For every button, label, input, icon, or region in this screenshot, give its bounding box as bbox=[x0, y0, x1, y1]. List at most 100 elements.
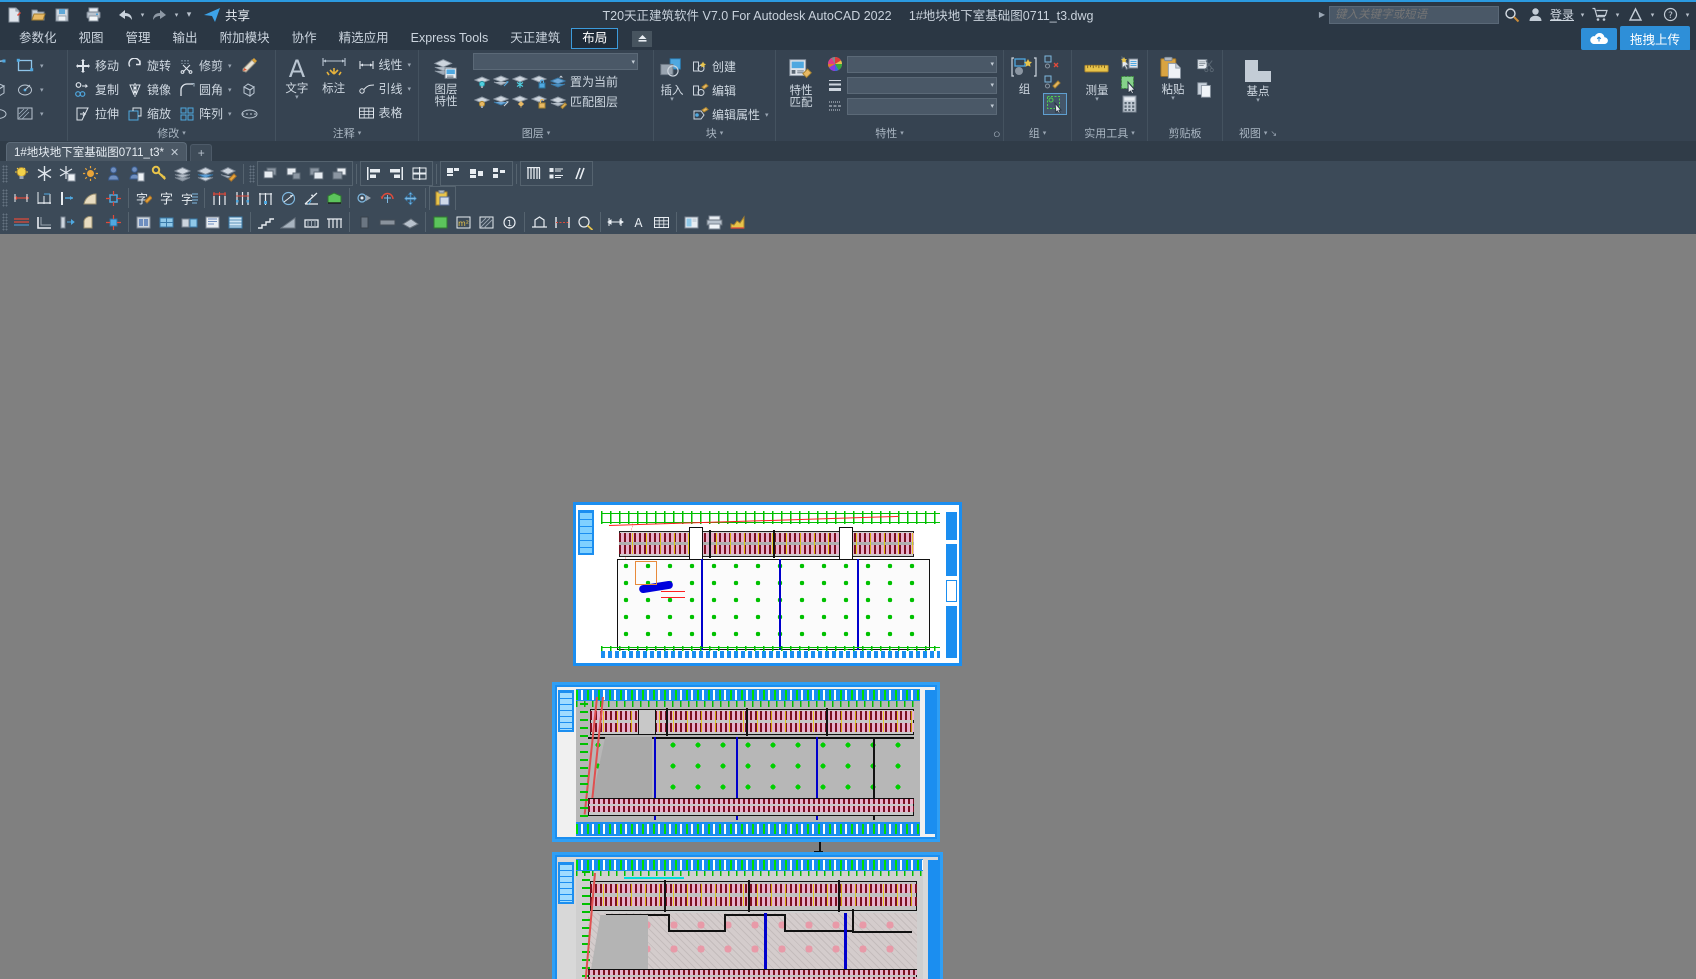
measure-button[interactable]: 测量 ▾ bbox=[1076, 54, 1118, 103]
beam-icon[interactable] bbox=[376, 211, 399, 234]
search-input[interactable] bbox=[1328, 5, 1499, 24]
text-button[interactable]: A 文字 ▾ bbox=[280, 52, 314, 101]
arc-icon[interactable] bbox=[0, 54, 11, 77]
key-icon[interactable] bbox=[148, 162, 171, 185]
align-middle-icon[interactable] bbox=[465, 162, 488, 185]
copy-button[interactable]: 复制 bbox=[72, 78, 122, 101]
match-properties-button[interactable]: 特性 匹配 bbox=[780, 54, 822, 109]
file-layout-icon[interactable] bbox=[680, 211, 703, 234]
ellipse-draw-icon[interactable] bbox=[0, 102, 11, 125]
search-expand-icon[interactable]: ▶ bbox=[1319, 10, 1325, 19]
room-icon[interactable] bbox=[429, 211, 452, 234]
linear-dim-button[interactable]: 线性 ▾ bbox=[355, 53, 414, 76]
create-block-button[interactable]: 创建 bbox=[689, 55, 772, 78]
menu-item-5[interactable]: 协作 bbox=[281, 28, 328, 49]
text-pen-icon[interactable]: 字 bbox=[132, 187, 155, 210]
search-icon[interactable] bbox=[1501, 4, 1523, 26]
lineweight-combo[interactable]: ▾ bbox=[847, 76, 997, 94]
select-all-icon[interactable] bbox=[1120, 74, 1138, 94]
hatch-draw-icon[interactable]: ▾ bbox=[13, 102, 47, 125]
layer-unisolate-icon[interactable] bbox=[492, 92, 510, 110]
toolbar-grip-r2a[interactable] bbox=[2, 189, 8, 207]
view-move-icon[interactable] bbox=[399, 187, 422, 210]
copy-clip-icon[interactable] bbox=[1196, 79, 1214, 101]
view-spin-icon[interactable] bbox=[376, 187, 399, 210]
group-selection-icon[interactable] bbox=[1043, 93, 1067, 115]
plot-icon[interactable] bbox=[82, 3, 105, 26]
group-edit-icon[interactable] bbox=[1043, 73, 1061, 93]
menu-item-0[interactable]: 参数化 bbox=[8, 28, 68, 49]
sign-in-link[interactable]: 登录 bbox=[1550, 6, 1574, 23]
redo-icon[interactable] bbox=[148, 3, 171, 26]
axis-dim-icon[interactable] bbox=[208, 187, 231, 210]
calculator-icon[interactable] bbox=[1120, 94, 1138, 114]
send-back-icon[interactable] bbox=[282, 162, 305, 185]
bring-front-icon[interactable] bbox=[259, 162, 282, 185]
dimension-button[interactable]: 标注 bbox=[316, 52, 352, 95]
bring-above-icon[interactable] bbox=[305, 162, 328, 185]
viewport-3-bottom[interactable] bbox=[552, 852, 943, 979]
align-left-icon[interactable] bbox=[362, 162, 385, 185]
paste-button[interactable]: 粘贴 ▾ bbox=[1152, 53, 1194, 102]
qat-customize-icon[interactable]: ▾ bbox=[182, 3, 196, 26]
plot-layout-icon[interactable] bbox=[703, 211, 726, 234]
axis-edit-icon[interactable] bbox=[254, 187, 277, 210]
snowflake-icon[interactable] bbox=[33, 162, 56, 185]
align-center-icon[interactable] bbox=[408, 162, 431, 185]
help-dropdown-icon[interactable]: ▾ bbox=[1648, 3, 1657, 26]
person-icon[interactable] bbox=[102, 162, 125, 185]
open-icon[interactable] bbox=[26, 3, 49, 26]
parallel-icon[interactable] bbox=[568, 162, 591, 185]
align-right-icon[interactable] bbox=[385, 162, 408, 185]
balcony-icon[interactable] bbox=[300, 211, 323, 234]
layer-isolate-icon[interactable] bbox=[492, 72, 510, 90]
tbl-tool-icon[interactable] bbox=[650, 211, 673, 234]
ellipse-icon[interactable]: ▾ bbox=[13, 78, 47, 101]
door-icon[interactable] bbox=[132, 211, 155, 234]
layers-blue-icon[interactable] bbox=[194, 162, 217, 185]
3dsolid-icon[interactable] bbox=[0, 78, 11, 101]
symbol-icon[interactable]: 1 bbox=[498, 211, 521, 234]
menu-item-layout[interactable]: 布局 bbox=[571, 28, 619, 49]
wall5-icon[interactable] bbox=[102, 211, 125, 234]
snowflake-doc-icon[interactable] bbox=[56, 162, 79, 185]
menu-item-4[interactable]: 附加模块 bbox=[209, 28, 281, 49]
stretch-button[interactable]: 拉伸 bbox=[72, 102, 122, 125]
set-current-layer-icon[interactable] bbox=[549, 72, 567, 90]
cart-icon[interactable] bbox=[1589, 4, 1611, 26]
new-icon[interactable] bbox=[2, 3, 25, 26]
new-tab-button[interactable]: + bbox=[190, 144, 213, 161]
cut-icon[interactable] bbox=[1196, 55, 1214, 77]
join-icon[interactable] bbox=[239, 102, 262, 125]
match-layer-label-btn[interactable]: 匹配图层 bbox=[568, 92, 620, 110]
dim-base-icon[interactable] bbox=[33, 187, 56, 210]
leader-button[interactable]: 引线 ▾ bbox=[355, 77, 414, 100]
quick-select-icon[interactable] bbox=[1120, 54, 1138, 74]
trim-button[interactable]: 修剪 ▾ bbox=[176, 54, 235, 77]
layer-freeze-icon[interactable] bbox=[511, 72, 529, 90]
hatch-icon[interactable] bbox=[475, 211, 498, 234]
edit-block-button[interactable]: 编辑 bbox=[689, 79, 772, 102]
base-point-button[interactable]: 基点 ▾ bbox=[1230, 55, 1286, 104]
scale-button[interactable]: 缩放 bbox=[124, 102, 174, 125]
erase-icon[interactable] bbox=[239, 54, 262, 77]
close-icon[interactable]: ✕ bbox=[170, 146, 179, 159]
layer-combo[interactable]: ▾ bbox=[473, 53, 638, 70]
drag-upload-badge[interactable]: 拖拽上传 bbox=[1619, 26, 1690, 51]
text-tool-icon[interactable]: A bbox=[627, 211, 650, 234]
properties-dialog-launcher[interactable]: ⭘ bbox=[994, 130, 1000, 140]
area-dim-icon[interactable] bbox=[323, 187, 346, 210]
view-rotate-icon[interactable] bbox=[353, 187, 376, 210]
viewport-1-top[interactable] bbox=[573, 502, 962, 666]
stair-icon[interactable] bbox=[254, 211, 277, 234]
lineweight-icon[interactable] bbox=[826, 76, 844, 94]
rectangle-icon[interactable]: ▾ bbox=[13, 54, 47, 77]
align-bottom-icon[interactable] bbox=[488, 162, 511, 185]
array-button[interactable]: 阵列 ▾ bbox=[176, 102, 235, 125]
insert-block-button[interactable]: 插入 ▾ bbox=[658, 54, 686, 103]
circle-dim-icon[interactable] bbox=[277, 187, 300, 210]
redo-dropdown-icon[interactable]: ▾ bbox=[172, 3, 181, 26]
distribute-list-icon[interactable] bbox=[545, 162, 568, 185]
ramp-icon[interactable] bbox=[277, 211, 300, 234]
ribbon-minimize-icon[interactable] bbox=[632, 30, 653, 47]
